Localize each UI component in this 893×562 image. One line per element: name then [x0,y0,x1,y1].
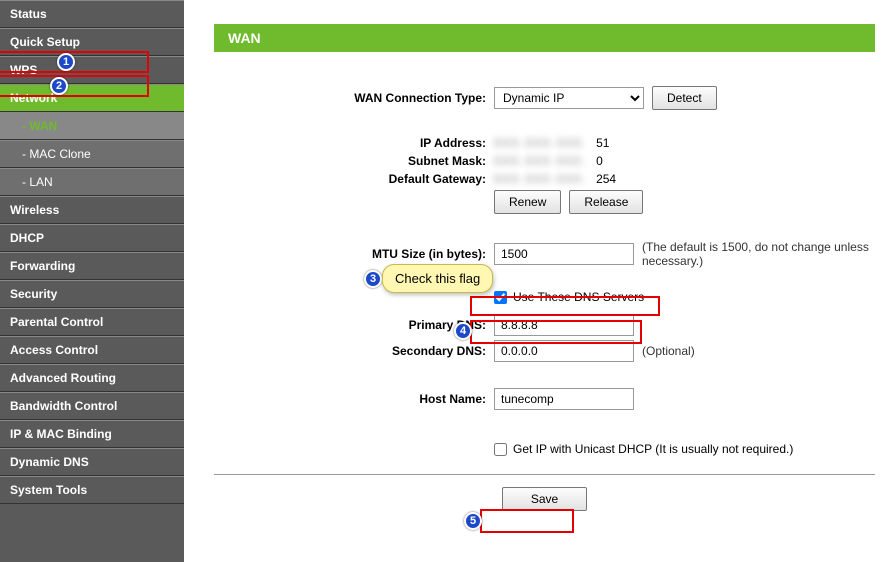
nav-sub-lan[interactable]: - LAN [0,168,184,196]
main-content: WAN WAN Connection Type: Dynamic IP Dete… [184,0,893,562]
nav-system-tools[interactable]: System Tools [0,476,184,504]
nav-sub-mac-clone[interactable]: - MAC Clone [0,140,184,168]
release-button[interactable]: Release [569,190,643,214]
anno-badge-5: 5 [464,512,482,530]
anno-redbox-use-dns [470,296,660,316]
label-connection-type: WAN Connection Type: [214,91,494,105]
value-ip-blur: 000.000.000. [494,136,588,150]
anno-callout: Check this flag [382,264,493,293]
nav-security[interactable]: Security [0,280,184,308]
label-default-gateway: Default Gateway: [214,172,494,186]
label-secondary-dns: Secondary DNS: [214,344,494,358]
input-mtu[interactable] [494,243,634,265]
label-host-name: Host Name: [214,392,494,406]
nav-forwarding[interactable]: Forwarding [0,252,184,280]
renew-button[interactable]: Renew [494,190,561,214]
label-unicast-dhcp: Get IP with Unicast DHCP (It is usually … [513,442,793,456]
nav-access-control[interactable]: Access Control [0,336,184,364]
save-button[interactable]: Save [502,487,587,511]
anno-badge-2: 2 [50,77,68,95]
nav-dhcp[interactable]: DHCP [0,224,184,252]
label-primary-dns: Primary DNS: [214,318,494,332]
detect-button[interactable]: Detect [652,86,717,110]
label-ip-address: IP Address: [214,136,494,150]
value-gateway-suffix: 254 [596,172,616,186]
hint-mtu: (The default is 1500, do not change unle… [642,240,875,268]
nav-status[interactable]: Status [0,0,184,28]
anno-redbox-primary-dns [470,320,642,344]
select-connection-type[interactable]: Dynamic IP [494,87,644,109]
label-mtu: MTU Size (in bytes): [214,247,494,261]
nav-advanced-routing[interactable]: Advanced Routing [0,364,184,392]
value-gateway-blur: 000.000.000. [494,172,588,186]
separator [214,474,875,475]
anno-redbox-save [480,509,574,533]
anno-badge-3: 3 [364,270,382,288]
value-subnet-blur: 000.000.000. [494,154,588,168]
value-ip-suffix: 51 [596,136,609,150]
nav-sub-wan[interactable]: - WAN [0,112,184,140]
anno-badge-1: 1 [57,53,75,71]
page-title: WAN [214,24,875,52]
nav-ip-mac-binding[interactable]: IP & MAC Binding [0,420,184,448]
nav-wireless[interactable]: Wireless [0,196,184,224]
nav-dynamic-dns[interactable]: Dynamic DNS [0,448,184,476]
value-subnet-suffix: 0 [596,154,603,168]
checkbox-unicast-dhcp[interactable] [494,443,507,456]
anno-redbox-wan [0,75,149,97]
label-subnet-mask: Subnet Mask: [214,154,494,168]
hint-secondary-dns: (Optional) [642,344,695,358]
anno-badge-4: 4 [454,322,472,340]
nav-parental-control[interactable]: Parental Control [0,308,184,336]
input-host-name[interactable] [494,388,634,410]
nav-bandwidth-control[interactable]: Bandwidth Control [0,392,184,420]
